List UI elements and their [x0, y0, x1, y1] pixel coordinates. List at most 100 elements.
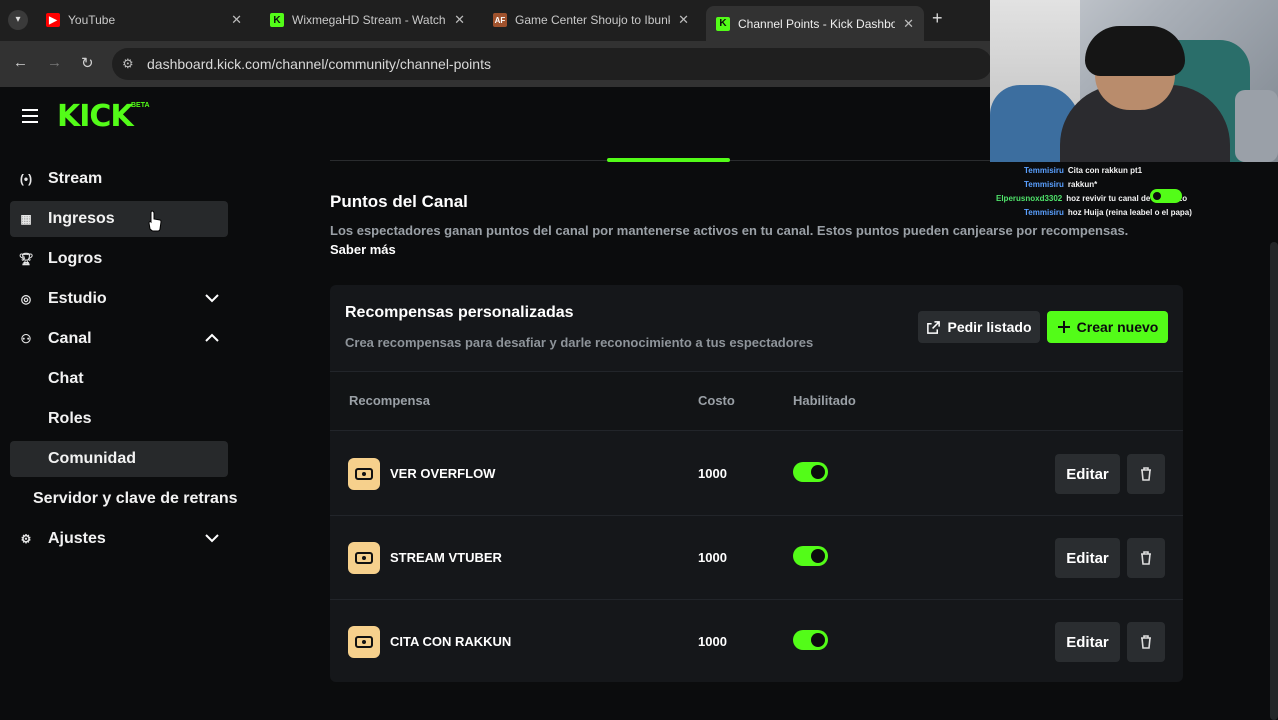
tab-title: Channel Points - Kick Dashboa — [738, 16, 896, 31]
reward-name: CITA CON RAKKUN — [390, 634, 512, 649]
youtube-icon: ▶ — [46, 13, 60, 27]
learn-more-link[interactable]: Saber más — [330, 242, 396, 257]
edit-button[interactable]: Editar — [1055, 538, 1120, 578]
reward-ticket-icon — [348, 458, 380, 490]
trash-icon — [1141, 467, 1151, 481]
channel-icon: ⚇ — [20, 332, 32, 346]
plus-icon — [1057, 321, 1070, 333]
custom-rewards-card: Recompensas personalizadas Crea recompen… — [330, 285, 1183, 682]
sidebar-item-label: Logros — [48, 250, 103, 267]
sidebar-item-label: Ingresos — [48, 210, 115, 227]
forward-icon[interactable]: → — [47, 54, 62, 71]
request-list-button[interactable]: Pedir listado — [918, 311, 1040, 343]
tab-search-icon[interactable]: ▾ — [8, 10, 28, 30]
address-bar[interactable]: ⚙ dashboard.kick.com/channel/community/c… — [112, 48, 992, 80]
reward-cost: 1000 — [698, 550, 727, 565]
hand-cursor-icon — [148, 210, 162, 232]
trash-icon — [1141, 551, 1151, 565]
reward-enabled-toggle[interactable] — [793, 546, 828, 566]
sidebar-item-label: Comunidad — [48, 450, 136, 467]
sidebar-item-estudio[interactable]: ◎ Estudio — [10, 281, 228, 317]
delete-button[interactable] — [1127, 454, 1165, 494]
sidebar-item-logros[interactable]: 🏆︎ Logros — [10, 241, 228, 277]
sidebar-item-stream[interactable]: (•) Stream — [10, 161, 228, 197]
create-new-button[interactable]: Crear nuevo — [1047, 311, 1168, 343]
table-row: VER OVERFLOW 1000 Editar — [330, 432, 1183, 516]
sidebar-item-roles[interactable]: Roles — [10, 401, 228, 437]
broadcast-icon: (•) — [19, 172, 33, 186]
reward-ticket-icon — [348, 626, 380, 658]
browser-tab-stream[interactable]: K WixmegaHD Stream - Watch Li ✕ — [260, 6, 475, 34]
browser-tab-channel-points[interactable]: K Channel Points - Kick Dashboa ✕ — [706, 6, 924, 41]
tab-title: Game Center Shoujo to Ibunka — [515, 13, 671, 27]
browser-tab-game-center[interactable]: AF Game Center Shoujo to Ibunka ✕ — [483, 6, 699, 34]
kick-logo[interactable]: KICK — [57, 99, 134, 134]
active-tab-indicator — [607, 158, 730, 162]
chat-overlay-message: Temmisiru hoz Huija (reina leabel o el pa… — [1024, 208, 1192, 217]
sidebar-item-comunidad[interactable]: Comunidad — [10, 441, 228, 477]
column-header-reward: Recompensa — [349, 393, 430, 408]
sidebar-item-label: Servidor y clave de retrans — [33, 490, 238, 507]
reward-enabled-toggle[interactable] — [793, 630, 828, 650]
sidebar-item-label: Roles — [48, 410, 92, 427]
sidebar-item-chat[interactable]: Chat — [10, 361, 228, 397]
trophy-icon: 🏆︎ — [18, 252, 34, 266]
close-icon[interactable]: ✕ — [678, 12, 689, 28]
beta-badge: BETA — [131, 102, 150, 109]
hamburger-menu-icon[interactable] — [22, 109, 38, 123]
tab-title: WixmegaHD Stream - Watch Li — [292, 13, 447, 27]
edit-button[interactable]: Editar — [1055, 454, 1120, 494]
studio-icon: ◎ — [20, 292, 32, 306]
chevron-up-icon[interactable] — [204, 330, 220, 346]
browser-tab-youtube[interactable]: ▶ YouTube ✕ — [36, 6, 252, 34]
table-row: CITA CON RAKKUN 1000 Editar — [330, 600, 1183, 684]
income-icon: ▦ — [20, 212, 32, 226]
page-title: Puntos del Canal — [330, 192, 468, 211]
close-icon[interactable]: ✕ — [454, 12, 465, 28]
external-link-icon — [927, 320, 941, 334]
sidebar-item-servidor[interactable]: Servidor y clave de retrans — [10, 481, 240, 517]
tab-title: YouTube — [68, 13, 116, 27]
card-title: Recompensas personalizadas — [345, 304, 574, 321]
chat-overlay-toggle-icon — [1150, 189, 1182, 203]
reward-enabled-toggle[interactable] — [793, 462, 828, 482]
sidebar-item-canal[interactable]: ⚇ Canal — [10, 321, 228, 357]
reward-cost: 1000 — [698, 634, 727, 649]
sidebar-item-label: Chat — [48, 370, 84, 387]
url-text: dashboard.kick.com/channel/community/cha… — [147, 56, 491, 72]
sidebar-item-ajustes[interactable]: ⚙ Ajustes — [10, 521, 228, 557]
delete-button[interactable] — [1127, 622, 1165, 662]
close-icon[interactable]: ✕ — [903, 16, 914, 32]
scrollbar[interactable] — [1270, 242, 1278, 720]
new-tab-icon[interactable]: + — [932, 8, 943, 29]
request-list-label: Pedir listado — [947, 319, 1032, 335]
reward-name: VER OVERFLOW — [390, 466, 496, 481]
chat-overlay-message: Temmisiru rakkun* — [1024, 180, 1098, 189]
column-header-enabled: Habilitado — [793, 393, 856, 408]
sidebar-item-label: Canal — [48, 330, 92, 347]
site-info-icon[interactable]: ⚙ — [122, 56, 134, 72]
sidebar-item-label: Stream — [48, 170, 103, 187]
chevron-down-icon[interactable] — [204, 530, 220, 546]
reward-ticket-icon — [348, 542, 380, 574]
chat-overlay-message: Temmisiru Cita con rakkun pt1 — [1024, 166, 1143, 175]
table-header: Recompensa Costo Habilitado — [330, 371, 1183, 431]
table-row: STREAM VTUBER 1000 Editar — [330, 516, 1183, 600]
screen: ▾ ▶ YouTube ✕ K WixmegaHD Stream - Watch… — [0, 0, 1278, 720]
main-content: Puntos del Canal Los espectadores ganan … — [240, 87, 1278, 720]
sidebar-item-ingresos[interactable]: ▦ Ingresos — [10, 201, 228, 237]
webcam-overlay — [990, 0, 1278, 162]
kick-icon: K — [716, 16, 730, 31]
page-description: Los espectadores ganan puntos del canal … — [330, 223, 1129, 238]
edit-button[interactable]: Editar — [1055, 622, 1120, 662]
af-icon: AF — [493, 13, 507, 27]
gear-icon: ⚙ — [20, 532, 32, 546]
trash-icon — [1141, 635, 1151, 649]
close-icon[interactable]: ✕ — [231, 12, 242, 28]
sidebar-item-label: Estudio — [48, 290, 107, 307]
chevron-down-icon[interactable] — [204, 290, 220, 306]
reload-icon[interactable]: ↻ — [81, 54, 94, 72]
delete-button[interactable] — [1127, 538, 1165, 578]
back-icon[interactable]: ← — [13, 54, 28, 71]
kick-icon: K — [270, 13, 284, 27]
